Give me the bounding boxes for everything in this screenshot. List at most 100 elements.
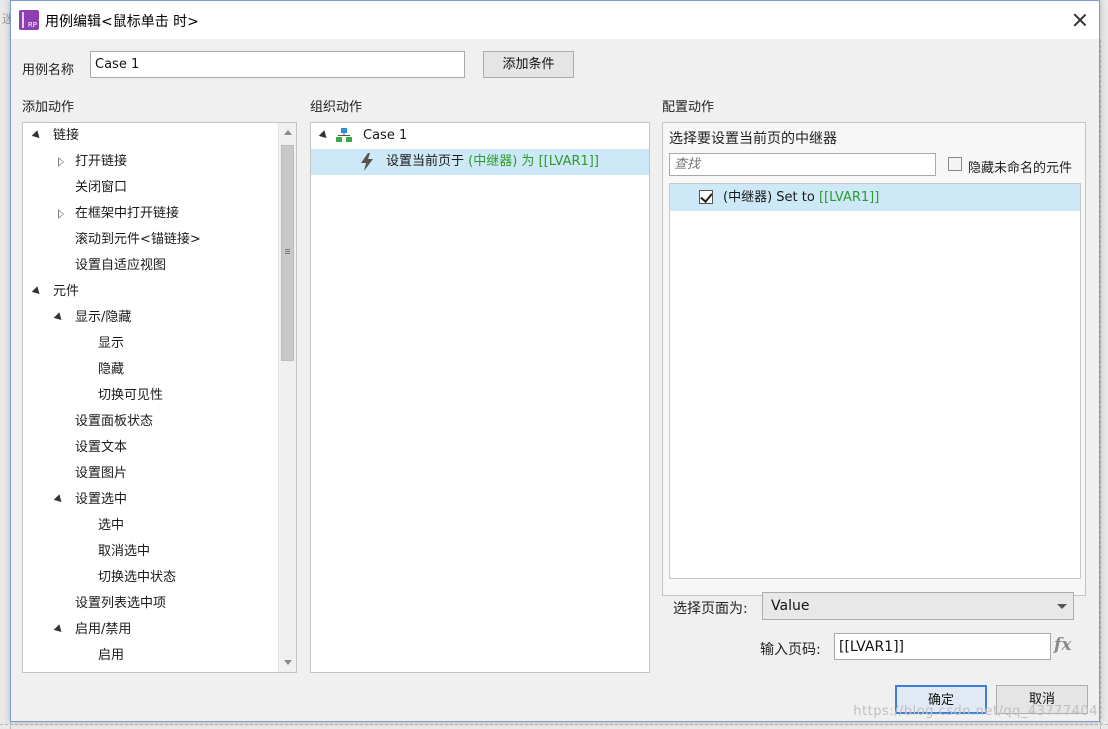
app-icon-label: RP [27, 21, 37, 29]
add-actions-header: 添加动作 [22, 100, 75, 115]
tree-item-label: 隐藏 [98, 362, 125, 377]
tree-item[interactable]: 切换可见性 [23, 383, 278, 409]
tree-item[interactable]: 设置面板状态 [23, 409, 278, 435]
expand-arrow-icon[interactable] [53, 494, 65, 505]
add-actions-tree[interactable]: 链接打开链接关闭窗口在框架中打开链接滚动到元件<锚链接> 设置自适应视图元件显示/… [22, 122, 297, 673]
tree-item-label: 链接 [53, 128, 80, 143]
repeater-value: [[LVAR1]] [818, 190, 880, 205]
tree-item-label: 启用/禁用 [75, 622, 132, 637]
tree-item[interactable]: 显示/隐藏 [23, 305, 278, 331]
configure-action-panel: 选择要设置当前页的中继器 隐藏未命名的元件 (中继器) Set to [[LVA… [662, 122, 1086, 596]
scroll-up-arrow-icon[interactable] [284, 130, 292, 135]
tree-item[interactable]: 元件 [23, 279, 278, 305]
action-value: [[LVAR1]] [538, 154, 599, 169]
tree-item[interactable]: 选中 [23, 513, 278, 539]
tree-item[interactable]: 关闭窗口 [23, 175, 278, 201]
tree-item-label: 启用 [98, 648, 125, 663]
hide-unnamed-checkbox[interactable] [948, 157, 962, 171]
tree-item[interactable]: 设置图片 [23, 461, 278, 487]
expand-arrow-icon[interactable] [53, 312, 65, 323]
select-page-dropdown[interactable]: Value [762, 592, 1074, 620]
canvas-guide-bottom [0, 724, 1108, 725]
tree-item[interactable]: 切换选中状态 [23, 565, 278, 591]
tree-item-label: 设置面板状态 [75, 414, 154, 429]
case-editor-dialog: RP 用例编辑<鼠标单击 时> 用例名称 添加条件 添加动作 组织动作 配置动作… [10, 0, 1100, 722]
case-name-label: 用例名称 [22, 63, 75, 78]
scroll-grip-icon [285, 249, 290, 254]
tree-item-label: 取消选中 [98, 544, 151, 559]
title-bar[interactable]: RP 用例编辑<鼠标单击 时> [11, 1, 1099, 39]
case-icon [336, 128, 352, 142]
tree-item-label: 显示/隐藏 [75, 310, 132, 325]
organize-actions-tree[interactable]: Case 1 设置当前页于 (中继器) 为 [[LVAR1]] [310, 122, 650, 673]
configure-subheader: 选择要设置当前页的中继器 [669, 131, 837, 147]
expand-arrow-icon[interactable] [31, 130, 43, 141]
tree-item-label: 关闭窗口 [75, 180, 128, 195]
action-middle: 为 [517, 154, 539, 169]
case-tree-node[interactable]: Case 1 [311, 123, 649, 149]
tree-item-label: 设置列表选中项 [75, 596, 167, 611]
add-condition-button[interactable]: 添加条件 [483, 51, 574, 78]
lightning-icon [361, 153, 373, 171]
select-page-label: 选择页面为: [673, 601, 748, 617]
page-number-input[interactable] [834, 633, 1051, 660]
expand-arrow-icon[interactable] [318, 130, 330, 141]
tree-item-label: 设置文本 [75, 440, 128, 455]
repeater-item-text: (中继器) Set to [[LVAR1]] [723, 184, 879, 211]
tree-item[interactable]: 启用/禁用 [23, 617, 278, 643]
repeater-name: (中继器) Set to [723, 190, 819, 205]
tree-item-label: 选中 [98, 518, 125, 533]
canvas-guide-right [1100, 40, 1101, 729]
axure-app-icon: RP [19, 10, 39, 30]
chevron-down-icon [1057, 604, 1067, 609]
select-page-value: Value [771, 598, 810, 614]
tree-item[interactable]: 设置选中 [23, 487, 278, 513]
configure-action-header: 配置动作 [662, 100, 715, 115]
organize-actions-header: 组织动作 [310, 100, 363, 115]
close-icon[interactable] [1067, 7, 1093, 33]
tree-item[interactable]: 滚动到元件<锚链接> [23, 227, 278, 253]
repeater-checkbox[interactable] [699, 190, 713, 204]
tree-item-label: 切换选中状态 [98, 570, 177, 585]
collapse-arrow-icon[interactable] [58, 157, 64, 167]
expand-arrow-icon[interactable] [31, 286, 43, 297]
add-actions-scrollbar[interactable] [278, 123, 296, 672]
page-number-label: 输入页码: [760, 642, 821, 658]
tree-item-label: 设置选中 [75, 492, 128, 507]
scroll-thumb[interactable] [281, 145, 294, 361]
tree-item[interactable]: 设置自适应视图 [23, 253, 278, 279]
tree-item[interactable]: 设置列表选中项 [23, 591, 278, 617]
tree-item-label: 设置图片 [75, 466, 128, 481]
scroll-down-arrow-icon[interactable] [284, 660, 292, 665]
action-description: 设置当前页于 (中继器) 为 [[LVAR1]] [386, 149, 599, 175]
case-label: Case 1 [363, 128, 408, 143]
tree-item[interactable]: 链接 [23, 123, 278, 149]
case-name-input[interactable] [90, 51, 465, 78]
tree-item-label: 在框架中打开链接 [75, 206, 180, 221]
tree-item[interactable]: 打开链接 [23, 149, 278, 175]
tree-item[interactable]: 显示 [23, 331, 278, 357]
hide-unnamed-label: 隐藏未命名的元件 [968, 161, 1073, 176]
tree-item[interactable]: 隐藏 [23, 357, 278, 383]
collapse-arrow-icon[interactable] [58, 209, 64, 219]
tree-item[interactable]: 取消选中 [23, 539, 278, 565]
repeater-list-item[interactable]: (中继器) Set to [[LVAR1]] [670, 184, 1080, 211]
repeater-list[interactable]: (中继器) Set to [[LVAR1]] [669, 183, 1081, 579]
action-prefix: 设置当前页于 [386, 154, 469, 169]
tree-item-label: 设置自适应视图 [75, 258, 167, 273]
action-tree-item[interactable]: 设置当前页于 (中继器) 为 [[LVAR1]] [311, 149, 649, 175]
tree-item[interactable]: 启用 [23, 643, 278, 669]
expand-arrow-icon[interactable] [53, 624, 65, 635]
action-target: (中继器) [468, 154, 518, 169]
tree-item[interactable]: 设置文本 [23, 435, 278, 461]
tree-item-label: 切换可见性 [98, 388, 164, 403]
tree-item-label: 元件 [53, 284, 80, 299]
window-title: 用例编辑<鼠标单击 时> [45, 14, 199, 30]
tree-item-label: 打开链接 [75, 154, 128, 169]
search-input[interactable] [669, 153, 936, 176]
tree-item[interactable]: 在框架中打开链接 [23, 201, 278, 227]
tree-item-label: 显示 [98, 336, 125, 351]
blog-watermark: https://blog.csdn.net/qq_43777404 [853, 704, 1098, 719]
fx-icon[interactable]: fx [1054, 635, 1071, 655]
tree-item-label: 滚动到元件<锚链接> [75, 232, 201, 247]
